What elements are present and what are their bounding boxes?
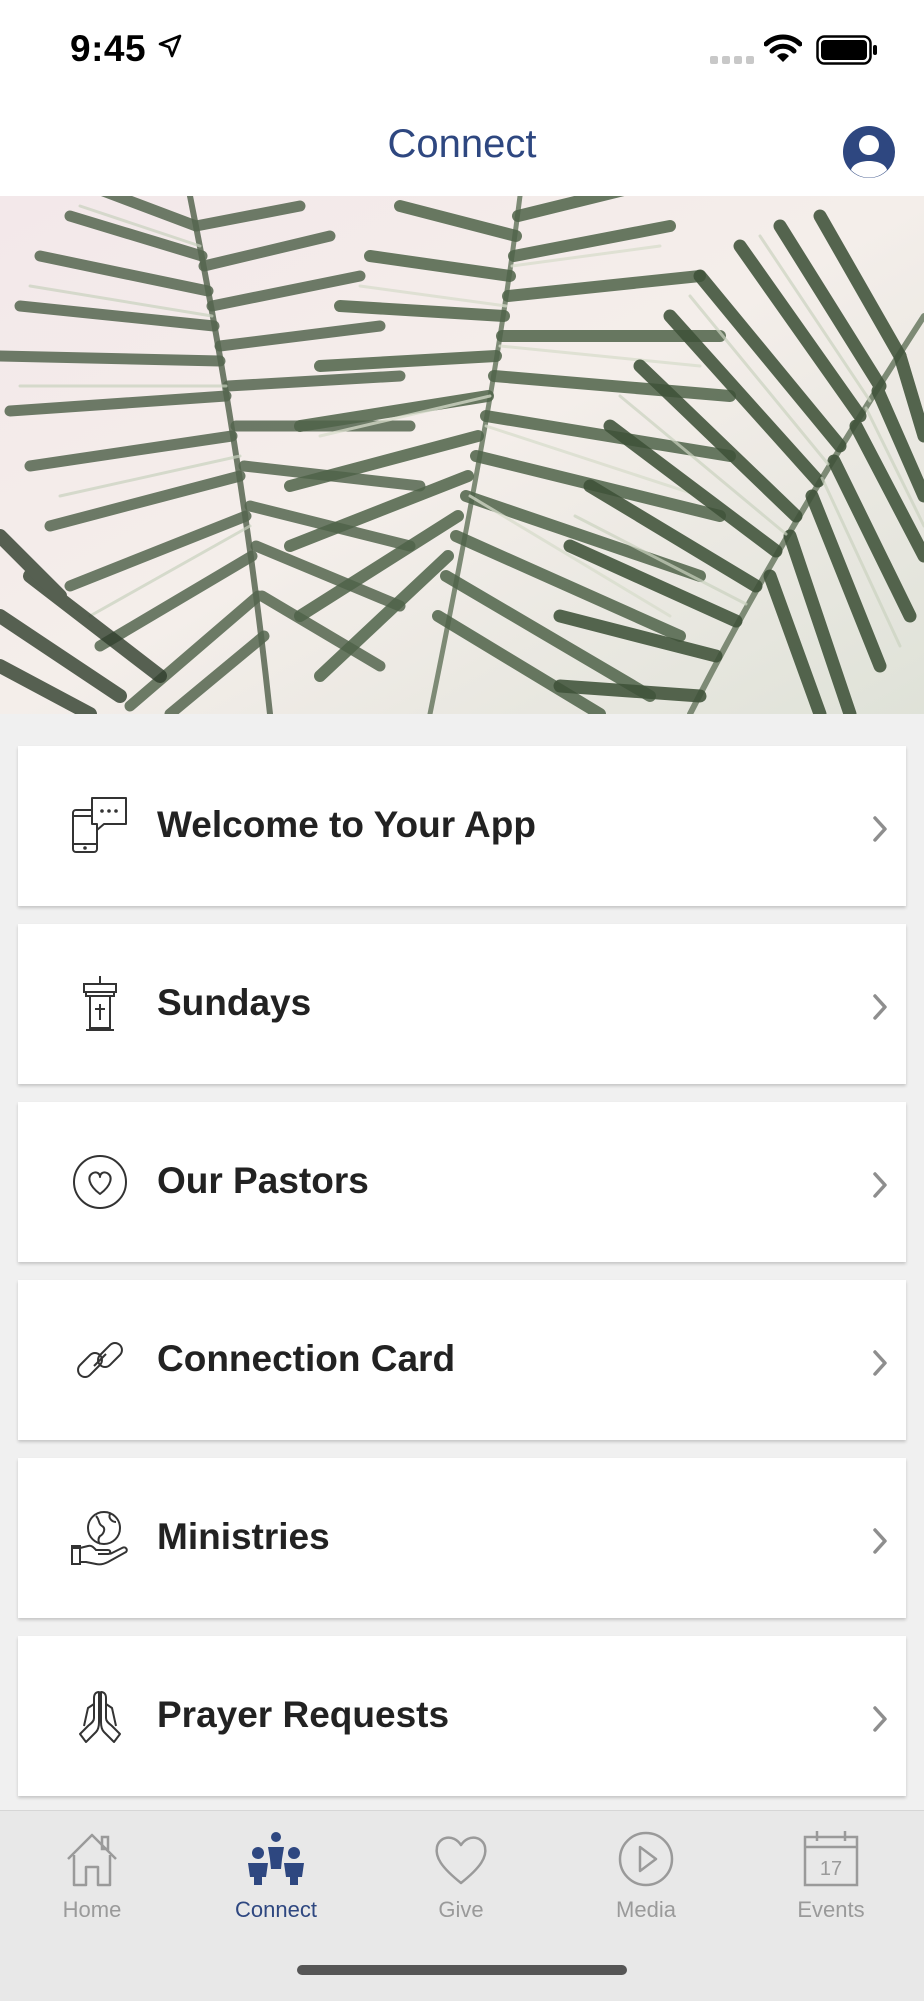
status-time: 9:45: [70, 28, 147, 69]
chevron-right-icon: [873, 1706, 887, 1732]
tab-give[interactable]: Give: [369, 1811, 553, 1941]
calendar-icon: 17: [803, 1831, 859, 1887]
heart-icon: [435, 1836, 487, 1885]
calendar-date: 17: [820, 1858, 842, 1880]
tab-label: Connect: [235, 1897, 317, 1922]
wifi-icon: [764, 34, 802, 62]
profile-icon[interactable]: [842, 125, 896, 179]
tab-label: Events: [797, 1897, 865, 1922]
status-bar: 9:45: [0, 0, 924, 100]
people-icon: [248, 1832, 304, 1885]
tab-label: Media: [616, 1897, 676, 1922]
menu-item-welcome[interactable]: Welcome to Your App: [18, 746, 906, 906]
play-circle-icon: [618, 1831, 674, 1887]
link-icon: [77, 1342, 123, 1378]
pulpit-icon: [83, 976, 117, 1031]
home-icon: [67, 1833, 117, 1887]
menu-item-connection-card[interactable]: Connection Card: [18, 1280, 906, 1440]
chevron-right-icon: [873, 816, 887, 842]
chevron-right-icon: [873, 1528, 887, 1554]
menu-item-label: Prayer Requests: [157, 1694, 450, 1735]
cellular-signal-icon: [710, 56, 754, 64]
battery-icon: [816, 35, 877, 65]
home-indicator: [297, 1965, 627, 1975]
menu-item-our-pastors[interactable]: Our Pastors: [18, 1102, 906, 1262]
navigation-bar: Connect: [0, 100, 924, 196]
menu-item-label: Connection Card: [157, 1338, 456, 1379]
menu-item-label: Our Pastors: [157, 1160, 369, 1201]
tab-home[interactable]: Home: [0, 1811, 184, 1941]
tab-label: Home: [62, 1897, 122, 1922]
tab-connect[interactable]: Connect: [184, 1811, 368, 1941]
hero-image: [0, 196, 924, 714]
menu-item-label: Sundays: [157, 982, 312, 1023]
chevron-right-icon: [873, 994, 887, 1020]
tab-events[interactable]: 17 Events: [739, 1811, 923, 1941]
tab-media[interactable]: Media: [554, 1811, 738, 1941]
praying-hands-icon: [79, 1691, 121, 1743]
tab-bar: Home Connect Give Media 17 Events: [0, 1810, 924, 2001]
tab-label: Give: [438, 1897, 484, 1922]
menu-item-prayer-requests[interactable]: Prayer Requests: [18, 1636, 906, 1796]
menu-item-label: Ministries: [157, 1516, 330, 1557]
palm-fronds-illustration: [0, 196, 924, 714]
chevron-right-icon: [873, 1172, 887, 1198]
menu-item-label: Welcome to Your App: [157, 804, 536, 845]
page-title: Connect: [387, 122, 537, 166]
phone-chat-icon: [72, 797, 127, 853]
menu-list: Welcome to Your App Sundays Our Pastors: [0, 714, 924, 1810]
menu-item-ministries[interactable]: Ministries: [18, 1458, 906, 1618]
globe-hand-icon: [71, 1511, 128, 1566]
chevron-right-icon: [873, 1350, 887, 1376]
menu-item-sundays[interactable]: Sundays: [18, 924, 906, 1084]
heart-circle-icon: [73, 1155, 127, 1209]
location-arrow-icon: [158, 34, 182, 58]
